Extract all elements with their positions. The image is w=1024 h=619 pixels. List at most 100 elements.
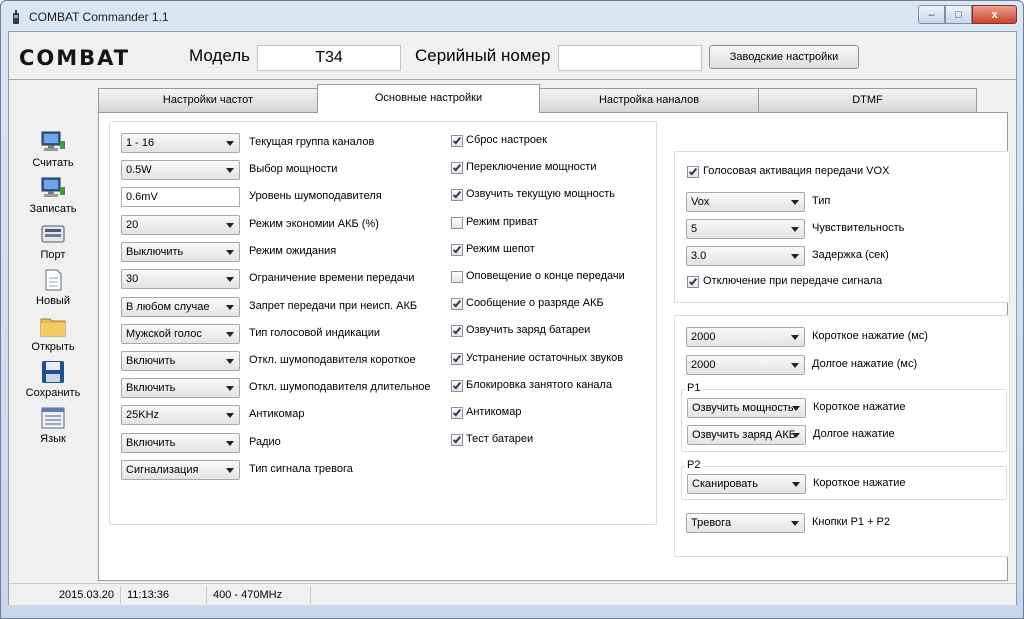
- status-date: 2015.03.20: [9, 586, 121, 604]
- option-label: Режим приват: [466, 216, 538, 228]
- sidebar-item-open[interactable]: Открыть: [13, 315, 93, 361]
- dropdown-arrow-icon: [791, 254, 799, 259]
- tab-channel-settings[interactable]: Настройка наналов: [539, 88, 759, 112]
- sidebar-item-language[interactable]: Язык: [13, 407, 93, 453]
- p1p2-select[interactable]: Тревога: [686, 513, 805, 533]
- option-checkbox[interactable]: [451, 271, 463, 283]
- model-field[interactable]: T34: [257, 45, 401, 71]
- dropdown-arrow-icon: [226, 332, 234, 337]
- vox-tx-off-checkbox[interactable]: [687, 276, 699, 288]
- minimize-button[interactable]: –: [918, 5, 945, 24]
- option-checkbox[interactable]: [451, 353, 463, 365]
- combo-value: 2000: [691, 331, 716, 343]
- folder-icon: [40, 318, 66, 337]
- tab-strip: Настройки частот Основные настройки Наст…: [98, 84, 978, 113]
- squelch-off-long-select[interactable]: Включить: [121, 378, 240, 398]
- squelch-off-short-select[interactable]: Включить: [121, 351, 240, 371]
- option-checkbox[interactable]: [451, 380, 463, 392]
- voice-prompt-select[interactable]: Мужской голос: [121, 324, 240, 344]
- combo-value: 30: [126, 273, 139, 285]
- short-press-time-label: Короткое нажатие (мс): [812, 330, 928, 342]
- language-icon: [41, 407, 65, 429]
- tx-time-limit-label: Ограничение времени передачи: [249, 272, 415, 284]
- option-label: Озвучить текущую мощность: [466, 188, 616, 200]
- title-bar[interactable]: COMBAT Commander 1.1 – □ x: [1, 1, 1023, 31]
- option-checkbox[interactable]: [451, 162, 463, 174]
- long-press-time-select[interactable]: 2000: [686, 355, 805, 375]
- option-checkbox[interactable]: [451, 189, 463, 201]
- maximize-button[interactable]: □: [945, 5, 972, 24]
- dropdown-arrow-icon: [791, 335, 799, 340]
- keys-group: 2000 Короткое нажатие (мс) 2000 Долгое н…: [674, 315, 1010, 557]
- sidebar-item-label: Записать: [29, 203, 77, 215]
- option-checkbox[interactable]: [451, 325, 463, 337]
- sidebar-item-port[interactable]: Порт: [13, 223, 93, 269]
- tab-dtmf[interactable]: DTMF: [758, 88, 977, 112]
- vox-enable-checkbox[interactable]: [687, 166, 699, 178]
- option-checkbox[interactable]: [451, 244, 463, 256]
- status-time: 11:13:36: [121, 586, 207, 604]
- checkmark-icon: [452, 434, 462, 444]
- standby-select[interactable]: Выключить: [121, 242, 240, 262]
- dropdown-arrow-icon: [226, 386, 234, 391]
- close-button[interactable]: x: [972, 5, 1017, 24]
- checkmark-icon: [452, 298, 462, 308]
- checkmark-icon: [452, 162, 462, 172]
- sidebar-item-new[interactable]: Новый: [13, 269, 93, 315]
- option-checkbox[interactable]: [451, 298, 463, 310]
- vox-tx-off-label: Отключение при передаче сигнала: [703, 275, 883, 287]
- p1-long-label: Долгое нажатие: [813, 428, 895, 440]
- option-checkbox[interactable]: [451, 135, 463, 147]
- tab-frequency-settings[interactable]: Настройки частот: [98, 88, 318, 112]
- option-label: Антикомар: [466, 406, 522, 418]
- battery-save-label: Режим экономии АКБ (%): [249, 218, 379, 230]
- factory-settings-button[interactable]: Заводские настройки: [709, 45, 859, 69]
- sidebar-item-save[interactable]: Сохранить: [13, 361, 93, 407]
- squelch-off-long-label: Откл. шумоподавителя длительное: [249, 381, 431, 393]
- vox-delay-select[interactable]: 3.0: [686, 246, 805, 266]
- channel-group-label: Текущая группа каналов: [249, 136, 375, 148]
- checkmark-icon: [688, 276, 698, 286]
- serial-field[interactable]: [558, 45, 702, 71]
- combo-value: 3.0: [691, 250, 707, 262]
- option-checkbox[interactable]: [451, 434, 463, 446]
- checkmark-icon: [452, 135, 462, 145]
- short-press-time-select[interactable]: 2000: [686, 327, 805, 347]
- combo-value: 0.5W: [126, 164, 152, 176]
- combo-value: Включить: [126, 355, 176, 367]
- vox-sensitivity-select[interactable]: 5: [686, 219, 805, 239]
- anti-mosquito-select[interactable]: 25KHz: [121, 405, 240, 425]
- dropdown-arrow-icon: [791, 521, 799, 526]
- power-select[interactable]: 0.5W: [121, 160, 240, 180]
- option-label: Озвучить заряд батареи: [466, 324, 591, 336]
- combo-value: Включить: [126, 382, 176, 394]
- dropdown-arrow-icon: [226, 277, 234, 282]
- p1-short-select[interactable]: Озвучить мощность: [687, 398, 806, 418]
- tx-inhibit-select[interactable]: В любом случае: [121, 297, 240, 317]
- combo-value: Мужской голос: [126, 328, 202, 340]
- squelch-level-input[interactable]: 0.6mV: [121, 187, 240, 207]
- dropdown-arrow-icon: [791, 227, 799, 232]
- combo-value: Включить: [126, 437, 176, 449]
- vox-type-select[interactable]: Vox: [686, 192, 805, 212]
- tab-basic-settings[interactable]: Основные настройки: [317, 84, 540, 113]
- sidebar-item-read[interactable]: Считать: [13, 131, 93, 177]
- alarm-type-select[interactable]: Сигнализация: [121, 460, 240, 480]
- option-label: Устранение остаточных звуков: [466, 352, 624, 364]
- sidebar-item-write[interactable]: Записать: [13, 177, 93, 223]
- sidebar: Считать Записать Порт Новый Открыть Сохр…: [9, 81, 97, 581]
- combat-logo: COMBAT: [19, 46, 131, 70]
- option-label: Сообщение о разряде АКБ: [466, 297, 604, 309]
- dropdown-arrow-icon: [226, 168, 234, 173]
- vox-enable-label: Голосовая активация передачи VOX: [703, 165, 890, 177]
- radio-select[interactable]: Включить: [121, 433, 240, 453]
- battery-save-select[interactable]: 20: [121, 215, 240, 235]
- option-checkbox[interactable]: [451, 217, 463, 229]
- p2-short-select[interactable]: Сканировать: [687, 474, 806, 494]
- combo-value: Озвучить заряд АКБ: [692, 429, 796, 441]
- tx-time-limit-select[interactable]: 30: [121, 269, 240, 289]
- checkmark-icon: [688, 166, 698, 176]
- option-checkbox[interactable]: [451, 407, 463, 419]
- channel-group-select[interactable]: 1 - 16: [121, 133, 240, 153]
- p1-long-select[interactable]: Озвучить заряд АКБ: [687, 425, 806, 445]
